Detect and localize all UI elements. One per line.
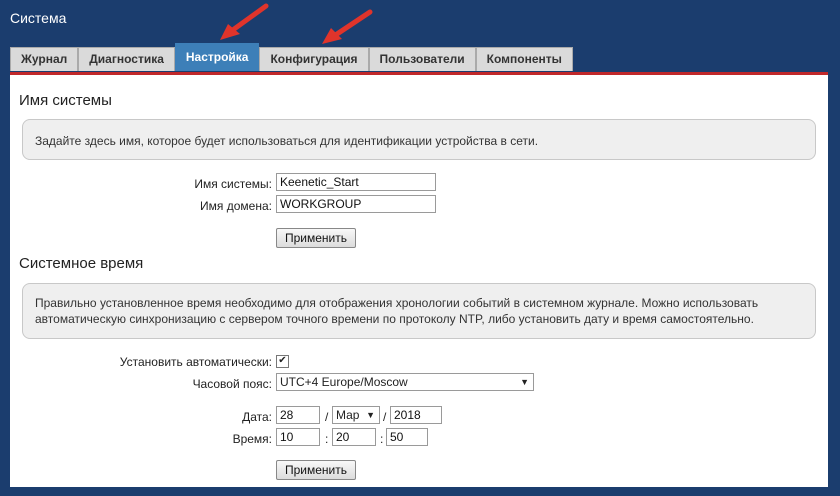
timezone-select[interactable]: UTC+4 Europe/Moscow ▼ <box>276 373 534 391</box>
system-name-input[interactable] <box>276 173 436 191</box>
tab-settings[interactable]: Настройка <box>174 43 260 71</box>
system-name-label: Имя системы: <box>194 177 272 191</box>
time-hour-input[interactable] <box>276 428 320 446</box>
domain-input[interactable] <box>276 195 436 213</box>
date-separator: / <box>325 410 329 424</box>
domain-label: Имя домена: <box>200 199 272 213</box>
apply-name-button[interactable]: Применить <box>276 228 357 248</box>
tab-users[interactable]: Пользователи <box>368 47 476 71</box>
date-month-value: Мар <box>336 408 360 422</box>
apply-time-button[interactable]: Применить <box>276 460 357 480</box>
auto-set-checkbox[interactable]: ✔ <box>276 355 289 368</box>
system-time-heading: Системное время <box>19 255 144 272</box>
time-second-input[interactable] <box>386 428 428 446</box>
auto-set-label: Установить автоматически: <box>119 355 272 369</box>
tab-components[interactable]: Компоненты <box>475 47 573 71</box>
tab-bar: Журнал Диагностика Настройка Конфигураци… <box>10 43 573 72</box>
time-minute-input[interactable] <box>332 428 376 446</box>
chevron-down-icon: ▼ <box>366 410 375 420</box>
tab-journal[interactable]: Журнал <box>10 47 79 71</box>
window-title: Система <box>10 10 67 26</box>
system-name-info: Задайте здесь имя, которое будет использ… <box>22 119 816 160</box>
date-day-input[interactable] <box>276 406 320 424</box>
annotation-arrow-icon <box>220 3 269 40</box>
date-label: Дата: <box>242 410 272 424</box>
date-month-select[interactable]: Мар ▼ <box>332 406 380 424</box>
chevron-down-icon: ▼ <box>520 377 529 387</box>
time-separator: : <box>380 432 384 446</box>
annotation-arrow-icon <box>322 9 373 44</box>
date-separator: / <box>383 410 387 424</box>
tab-configuration[interactable]: Конфигурация <box>259 47 369 71</box>
timezone-value: UTC+4 Europe/Moscow <box>280 375 408 389</box>
timezone-label: Часовой пояс: <box>192 377 272 391</box>
date-year-input[interactable] <box>390 406 442 424</box>
time-separator: : <box>325 432 329 446</box>
content-panel: Имя системы Задайте здесь имя, которое б… <box>10 72 828 487</box>
system-time-info: Правильно установленное время необходимо… <box>22 283 816 339</box>
system-name-heading: Имя системы <box>19 92 112 109</box>
time-label: Время: <box>232 432 272 446</box>
tab-diagnostics[interactable]: Диагностика <box>78 47 175 71</box>
